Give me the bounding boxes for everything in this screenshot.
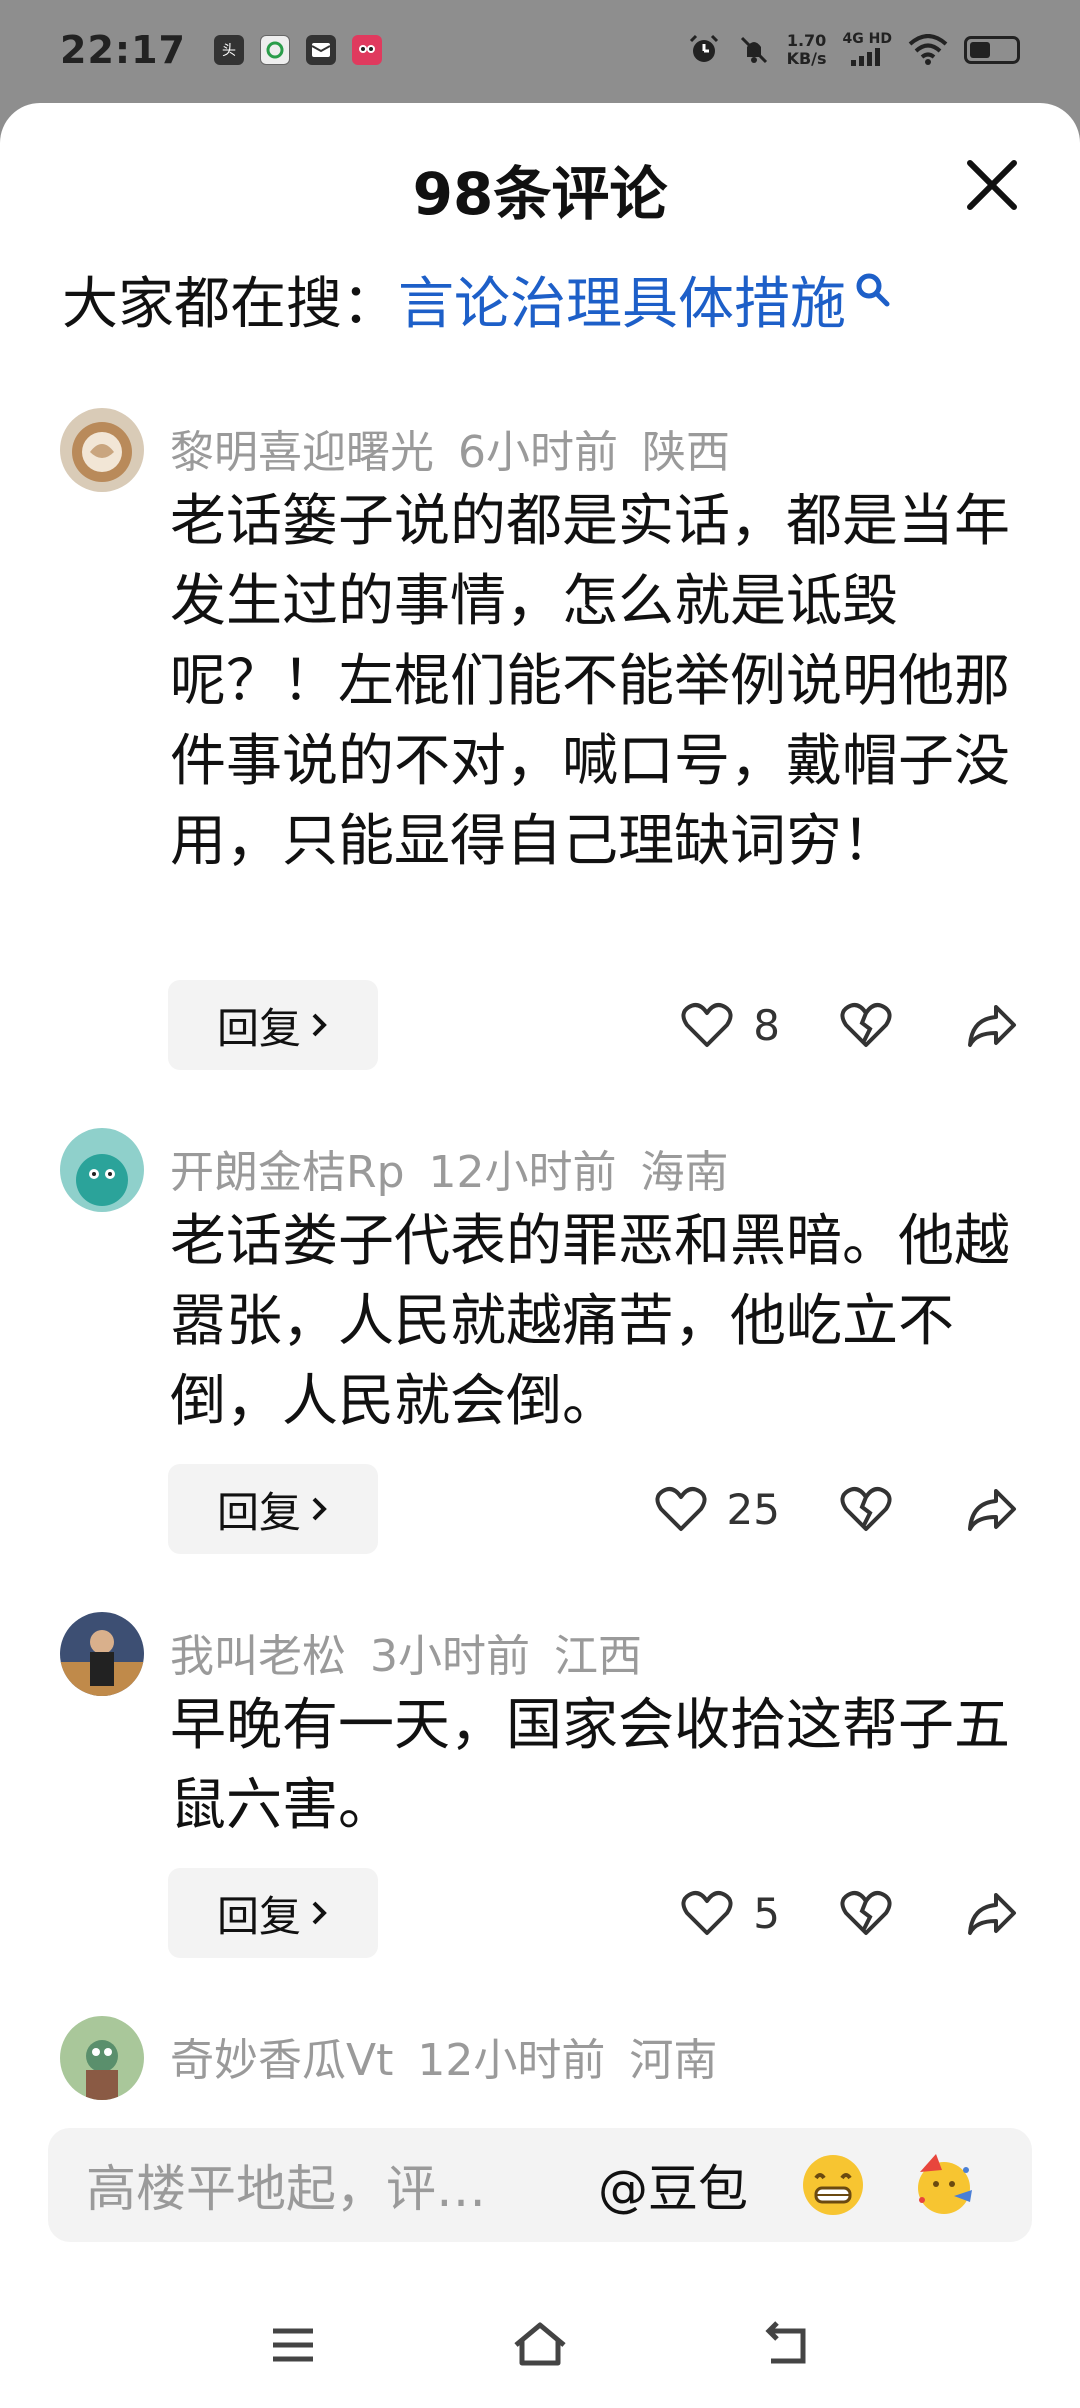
comment-actions: 5 [679, 1868, 1020, 1958]
comment-meta: 黎明喜迎曙光 6小时前 陕西 [170, 416, 730, 480]
comment-input-bar[interactable]: 高楼平地起，评… @豆包 [48, 2128, 1032, 2242]
share-icon[interactable] [964, 1885, 1020, 1941]
comment-username[interactable]: 我叫老松 [170, 1631, 346, 1682]
reply-button[interactable]: 回复 [168, 1464, 378, 1554]
comment-time: 12小时前 [417, 2035, 606, 2086]
mention-button[interactable]: @豆包 [598, 2149, 748, 2221]
comment-text: 老话篓子说的都是实话，都是当年发生过的事情，怎么就是诋毁呢？！左棍们能不能举例说… [170, 489, 1010, 874]
heart-icon[interactable] [653, 1481, 709, 1537]
chevron-right-icon [312, 1013, 327, 1037]
comment-meta: 我叫老松 3小时前 江西 [170, 1620, 642, 1684]
search-icon[interactable] [854, 271, 892, 309]
chevron-right-icon [312, 1901, 327, 1925]
like-count: 25 [726, 1484, 780, 1534]
avatar[interactable] [60, 1128, 144, 1212]
like-button[interactable]: 8 [679, 997, 780, 1053]
close-icon[interactable] [962, 155, 1022, 215]
comment-location: 海南 [640, 1147, 729, 1198]
comment-location: 河南 [629, 2035, 718, 2086]
trending-search-prefix: 大家都在搜： [62, 272, 398, 337]
comment-text: 老话娄子代表的罪恶和黑暗。他越嚣张，人民就越痛苦，他屹立不倒，人民就会倒。 [170, 1209, 1010, 1434]
app-icon [351, 35, 382, 65]
system-icons: 1.70 KB/s 4G HD [687, 30, 1020, 70]
back-icon[interactable] [757, 2315, 817, 2375]
reply-button[interactable]: 回复 [168, 980, 378, 1070]
system-navbar [0, 2290, 1080, 2400]
comment-item: 我叫老松 3小时前 江西 早晚有一天，国家会收拾这帮子五鼠六害。 [60, 1612, 1020, 1852]
reply-label: 回复 [216, 1487, 301, 1537]
like-button[interactable]: 25 [653, 1481, 780, 1537]
comment-username[interactable]: 奇妙香瓜Vt [170, 2035, 393, 2086]
comment-input[interactable]: 高楼平地起，评… [86, 2149, 586, 2221]
heart-icon[interactable] [679, 997, 735, 1053]
like-count: 5 [753, 1888, 780, 1938]
comment-time: 3小时前 [370, 1631, 530, 1682]
avatar[interactable] [60, 1612, 144, 1696]
comment-item: 黎明喜迎曙光 6小时前 陕西 老话篓子说的都是实话，都是当年发生过的事情，怎么就是诋… [60, 408, 1020, 874]
dislike-icon[interactable] [838, 997, 894, 1053]
like-button[interactable]: 5 [679, 1885, 780, 1941]
share-icon[interactable] [964, 997, 1020, 1053]
menu-icon[interactable] [263, 2315, 323, 2375]
comment-location: 陕西 [642, 427, 730, 478]
chevron-right-icon [312, 1497, 327, 1521]
network-speed: 1.70 KB/s [786, 31, 827, 68]
mail-icon [305, 35, 336, 65]
dislike-icon[interactable] [838, 1481, 894, 1537]
status-bar: 22:17 头 1.70 KB/s 4G HD [0, 0, 1080, 100]
wifi-icon [908, 34, 948, 65]
mobile-icon [259, 35, 290, 65]
trending-search-term[interactable]: 言论治理具体措施 [398, 259, 846, 340]
notification-icons: 头 [213, 35, 382, 65]
dislike-icon[interactable] [838, 1885, 894, 1941]
comment-item: 开朗金桔Rp 12小时前 海南 老话娄子代表的罪恶和黑暗。他越嚣张，人民就越痛苦，他… [60, 1128, 1020, 1434]
alarm-icon [689, 34, 718, 62]
comments-sheet: 98条评论 大家都在搜： 言论治理具体措施 黎明喜迎曙光 6小时前 陕西 老话篓子说… [0, 103, 1080, 2408]
heart-icon[interactable] [679, 1885, 735, 1941]
like-count: 8 [753, 1000, 780, 1050]
comment-time: 6小时前 [458, 427, 618, 478]
comment-text: 早晚有一天，国家会收拾这帮子五鼠六害。 [170, 1693, 1010, 1838]
mute-icon [740, 36, 767, 64]
trending-search[interactable]: 大家都在搜： 言论治理具体措施 [62, 259, 892, 340]
reply-label: 回复 [216, 1891, 301, 1941]
toutiao-icon: 头 [213, 35, 244, 65]
status-time: 22:17 [60, 28, 186, 72]
avatar[interactable] [60, 408, 144, 492]
reply-button[interactable]: 回复 [168, 1868, 378, 1958]
comment-actions: 25 [653, 1464, 1020, 1554]
share-icon[interactable] [964, 1481, 1020, 1537]
comment-time: 12小时前 [428, 1147, 617, 1198]
signal-icon: 4G HD [843, 30, 892, 70]
party-emoji-icon[interactable] [908, 2150, 978, 2220]
avatar[interactable] [60, 2016, 144, 2100]
comment-meta: 奇妙香瓜Vt 12小时前 河南 [170, 2024, 717, 2088]
battery-icon [964, 36, 1020, 64]
comment-item: 奇妙香瓜Vt 12小时前 河南 [60, 2016, 1020, 2116]
comment-username[interactable]: 黎明喜迎曙光 [170, 427, 434, 478]
comment-location: 江西 [554, 1631, 642, 1682]
comment-meta: 开朗金桔Rp 12小时前 海南 [170, 1136, 729, 1200]
sheet-title: 98条评论 [412, 160, 668, 228]
comment-username[interactable]: 开朗金桔Rp [170, 1147, 405, 1198]
comment-actions: 8 [679, 980, 1020, 1070]
home-icon[interactable] [510, 2315, 570, 2375]
reply-label: 回复 [216, 1003, 301, 1053]
grin-emoji-icon[interactable] [798, 2150, 868, 2220]
